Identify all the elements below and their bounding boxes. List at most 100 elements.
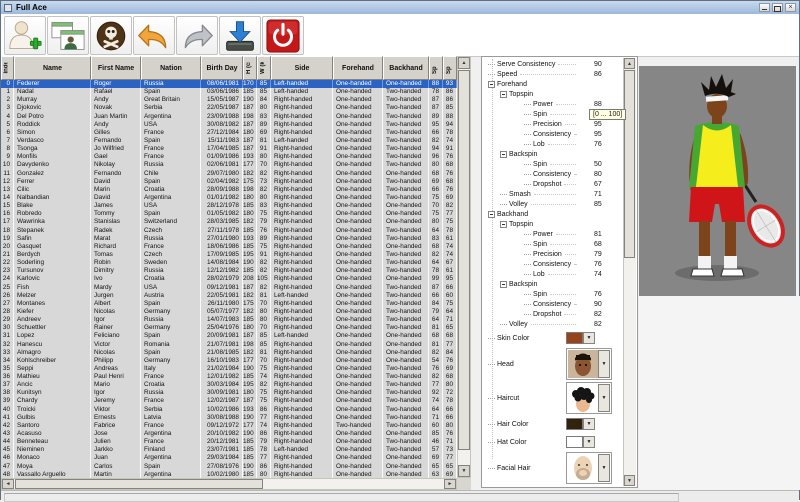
column-header-forehand[interactable]: Forehand [333,56,383,80]
add-player-button[interactable] [4,16,46,55]
tree-item-value[interactable]: 82 [594,311,624,318]
tree-expander[interactable] [500,281,507,288]
table-row[interactable]: 22SoderlingRobinSweden14/08/198419082Rig… [1,259,457,267]
tree-item-value[interactable]: 81 [594,231,624,238]
tree-item-value[interactable]: 80 [594,171,624,178]
table-row[interactable]: 47MoyaCarlosSpain27/08/197619086Right-ha… [1,463,457,471]
maximize-button[interactable] [772,3,783,12]
table-horizontal-scrollbar[interactable]: ◄ ► [1,478,457,490]
column-header-name[interactable]: Name [14,56,91,80]
table-row[interactable]: 29AndreevIgorRussia14/07/198318580Right-… [1,316,457,324]
scroll-down-button[interactable]: ▼ [458,465,470,477]
column-header-first-name[interactable]: First Name [91,56,141,80]
exit-button[interactable] [262,16,304,55]
facial-hair-thumbnail-icon-combo[interactable]: ▼ [566,452,612,484]
scroll-left-button[interactable]: ◄ [2,479,14,489]
table-row[interactable]: 37AncicMarioCroatia30/03/198419582Right-… [1,381,457,389]
tree-expander[interactable] [500,221,507,228]
dropdown-arrow-icon[interactable]: ▼ [583,418,595,430]
dropdown-arrow-icon[interactable]: ▼ [598,384,610,412]
redo-button[interactable] [176,16,218,55]
table-row[interactable]: 3DjokovicNovakSerbia22/05/198718780Right… [1,104,457,112]
table-row[interactable]: 13CilicMarinCroatia28/09/198819882Right-… [1,186,457,194]
table-row[interactable]: 21BerdychTomasCzech17/09/198519591Right-… [1,251,457,259]
table-row[interactable]: 38KunitsynIgorRussia30/09/198118075Right… [1,389,457,397]
table-row[interactable]: 11GonzalezFernandoChile29/07/198018282Ri… [1,170,457,178]
table-row[interactable]: 35SeppiAndreasItaly21/02/198419075Right-… [1,365,457,373]
column-header-w-kg[interactable]: W (kg) [257,56,271,80]
tree-scrollbar[interactable]: ▲ ▼ [623,58,636,486]
column-header-index[interactable]: Index [1,56,14,80]
undo-button[interactable] [133,16,175,55]
table-row[interactable]: 30SchuettlerRainerGermany25/04/197618070… [1,324,457,332]
minimize-button[interactable] [759,3,770,12]
tree-item-value[interactable]: 79 [594,251,624,258]
dropdown-arrow-icon[interactable]: ▼ [598,350,610,378]
table-row[interactable]: 48Vassallo ArguelloMartinArgentina10/02/… [1,471,457,478]
table-row[interactable]: 46MonacoJuanArgentina29/03/198418577Righ… [1,454,457,462]
tree-item-value[interactable]: 90 [594,61,624,68]
tree-item-value[interactable]: 67 [594,181,624,188]
table-row[interactable]: 4Del PotroJuan MartinArgentina23/09/1988… [1,113,457,121]
tree-item-value[interactable]: 88 [594,101,624,108]
tree-scroll-down-button[interactable]: ▼ [624,475,635,486]
table-row[interactable]: 40TroickiViktorSerbia10/02/198619386Righ… [1,406,457,414]
duplicate-player-button[interactable] [47,16,89,55]
table-row[interactable]: 23TursunovDimitryRussia12/12/198218582Ri… [1,267,457,275]
table-row[interactable]: 7VerdascoFernandoSpain15/11/198318781Lef… [1,137,457,145]
column-header-backhand[interactable]: Backhand [383,56,429,80]
tree-item-value[interactable]: 90 [594,301,624,308]
tree-scroll-up-button[interactable]: ▲ [624,58,635,69]
vertical-scroll-thumb[interactable] [458,70,470,450]
column-header-h-cm[interactable]: H (cm) [243,56,257,80]
tree-item-value[interactable]: 82 [594,321,624,328]
tree-item-value[interactable]: 71 [594,191,624,198]
table-row[interactable]: 28KieferNicolasGermany05/07/197718280Rig… [1,308,457,316]
table-row[interactable]: 34KohlschreiberPhilippGermany16/10/19831… [1,357,457,365]
table-row[interactable]: 32HanescuVictorRomania21/07/198119885Rig… [1,341,457,349]
table-row[interactable]: 18StepanekRadekCzech27/11/197818576Right… [1,227,457,235]
table-row[interactable]: 45NieminenJarkkoFinland23/07/198118578Le… [1,446,457,454]
tree-item-value[interactable]: 50 [594,161,624,168]
table-row[interactable]: 19SafinMaratRussia27/01/198019389Right-h… [1,235,457,243]
tree-scroll-thumb[interactable] [624,70,635,258]
column-header-side[interactable]: Side [271,56,333,80]
table-row[interactable]: 33AlmagroNicolasSpain21/08/198518281Righ… [1,349,457,357]
table-row[interactable]: 8TsongaJo WilfriedFrance17/04/198518791R… [1,145,457,153]
column-header-sp[interactable]: Sp [429,56,443,80]
tree-item-value[interactable]: 68 [594,241,624,248]
tree-expander[interactable] [488,211,495,218]
tree-item-value[interactable]: 95 [594,121,624,128]
table-row[interactable]: 26MelzerJurgenAustria22/05/198118281Left… [1,292,457,300]
table-row[interactable]: 17WawrinkaStanislasSwitzerland28/03/1985… [1,218,457,226]
tree-item-value[interactable]: 95 [594,131,624,138]
table-row[interactable]: 16RobredoTommySpain01/05/198218075Right-… [1,210,457,218]
table-row[interactable]: 1NadalRafaelSpain03/06/198618585Left-han… [1,88,457,96]
head-thumbnail-icon-combo[interactable]: ▼ [566,348,612,380]
table-row[interactable]: 42SantoroFabriceFrance09/12/197217774Rig… [1,422,457,430]
titlebar[interactable]: Full Ace × [1,1,799,15]
table-row[interactable]: 2MurrayAndyGreat Britain15/05/198719084R… [1,96,457,104]
dropdown-arrow-icon[interactable]: ▼ [583,436,595,448]
scroll-right-button[interactable]: ► [444,479,456,489]
tree-item-value[interactable]: 74 [594,271,624,278]
table-vertical-scrollbar[interactable]: ▲ ▼ [457,56,471,478]
table-row[interactable]: 31LopezFelicianoSpain20/09/198118785Left… [1,332,457,340]
tree-expander[interactable] [500,151,507,158]
table-row[interactable]: 39ChardyJeremyFrance12/02/198718775Right… [1,397,457,405]
table-row[interactable]: 27MontanesAlbertSpain26/11/198017570Righ… [1,300,457,308]
tree-item-value[interactable]: 85 [594,201,624,208]
close-button[interactable]: × [785,3,796,12]
player-3d-preview[interactable] [639,66,796,296]
table-row[interactable]: 12FerrerDavidSpain02/04/198217573Right-h… [1,178,457,186]
hair-color-swatch-combo[interactable]: ▼ [566,418,595,430]
table-row[interactable]: 24KarlovicIvoCroatia28/02/1979208105Righ… [1,275,457,283]
scroll-up-button[interactable]: ▲ [458,57,470,69]
hat-color-swatch-combo[interactable]: ▼ [566,436,595,448]
table-row[interactable]: 10DavydenkoNikolayRussia02/06/198117770R… [1,161,457,169]
tree-item-value[interactable]: 86 [594,71,624,78]
delete-player-button[interactable] [90,16,132,55]
tree-expander[interactable] [488,81,495,88]
table-row[interactable]: 44BenneteauJulienFrance20/12/198118579Ri… [1,438,457,446]
tree-item-value[interactable]: 76 [594,291,624,298]
